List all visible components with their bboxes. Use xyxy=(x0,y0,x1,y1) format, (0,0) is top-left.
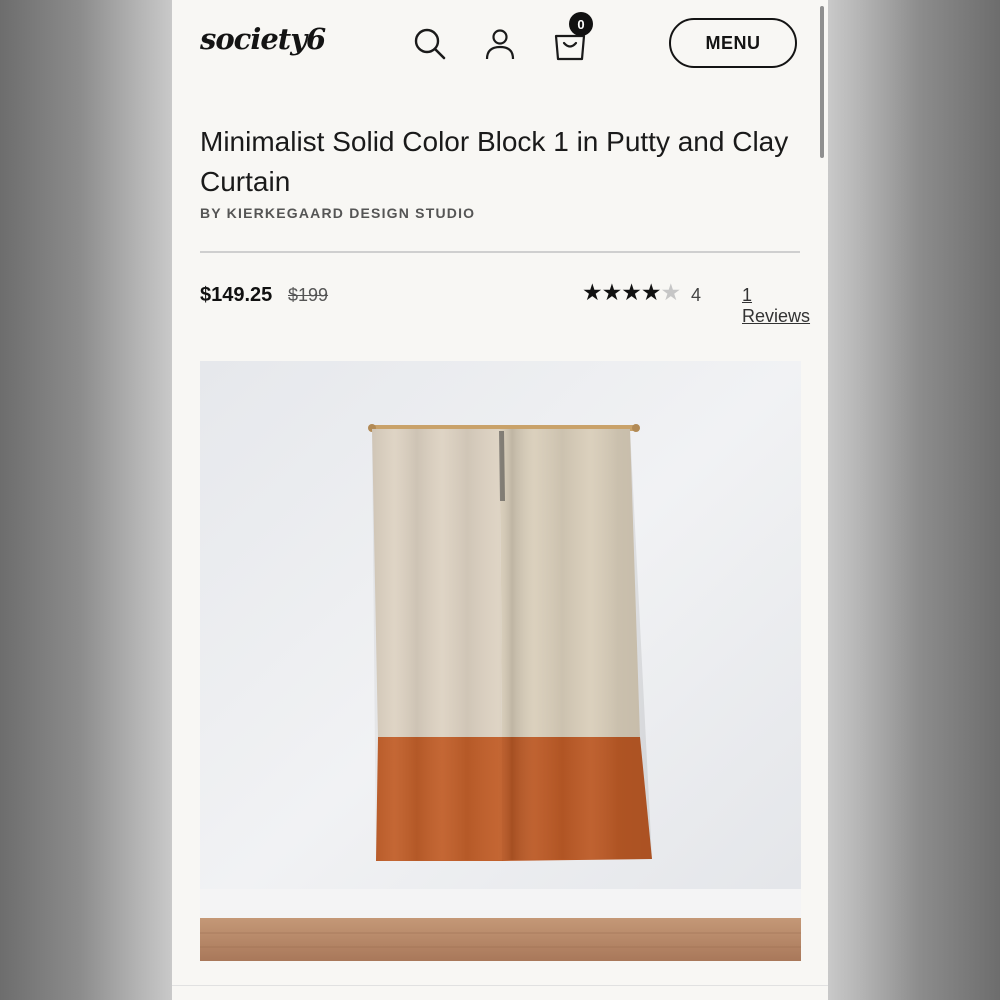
star-filled-icon: ★ xyxy=(621,280,642,306)
site-logo[interactable]: society6 xyxy=(200,22,326,56)
reviews-link[interactable]: 1 Reviews xyxy=(742,285,810,327)
bottom-bar xyxy=(172,985,828,1000)
star-empty-icon: ★ xyxy=(660,280,682,306)
designer-link[interactable]: BY KIERKEGAARD DESIGN STUDIO xyxy=(200,205,475,221)
account-icon xyxy=(485,29,515,60)
price-row: $149.25 $199 ★★★★★ 4 1 Reviews xyxy=(200,280,810,326)
menu-button[interactable]: MENU xyxy=(669,18,797,68)
site-header: society6 0 MENU xyxy=(172,0,828,90)
original-price: $199 xyxy=(288,285,329,305)
phone-screen: society6 0 MENU Minimalist Solid Color B… xyxy=(172,0,828,1000)
star-filled-icon: ★ xyxy=(582,280,603,306)
floor xyxy=(200,918,801,961)
sale-price: $149.25 xyxy=(200,284,273,306)
search-icon xyxy=(414,28,446,60)
baseboard xyxy=(200,889,801,921)
product-image[interactable] xyxy=(200,361,801,961)
star-rating: ★★★★★ xyxy=(582,280,682,306)
rating-value: 4 xyxy=(691,285,702,305)
cart-count-badge: 0 xyxy=(569,12,593,36)
curtain-photo xyxy=(200,361,801,961)
divider xyxy=(200,251,800,253)
star-filled-icon: ★ xyxy=(601,280,623,306)
search-button[interactable] xyxy=(408,22,452,66)
product-title: Minimalist Solid Color Block 1 in Putty … xyxy=(200,126,789,197)
star-filled-icon: ★ xyxy=(640,280,662,306)
account-button[interactable] xyxy=(478,22,522,66)
